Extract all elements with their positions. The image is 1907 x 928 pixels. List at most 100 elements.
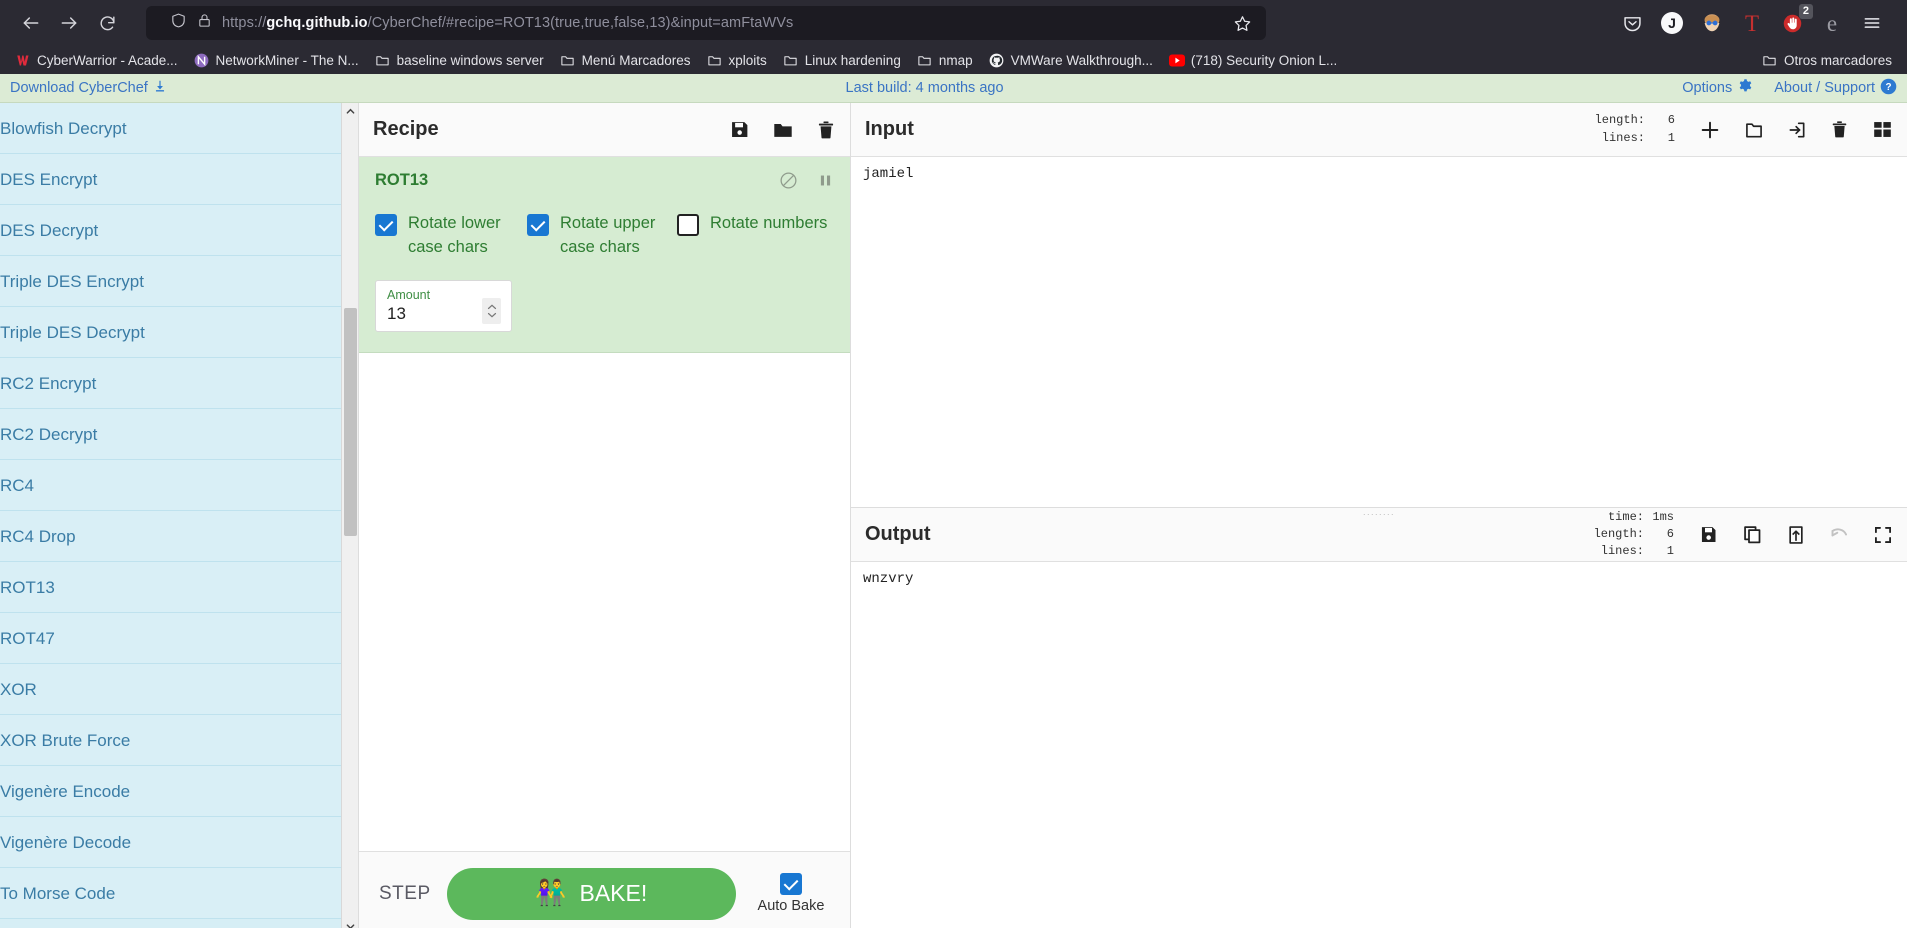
output-length-value: 6 <box>1666 526 1674 541</box>
about-support-link[interactable]: About / Support ? <box>1774 78 1897 99</box>
operation-item-blowfish-decrypt[interactable]: Blowfish Decrypt <box>0 103 358 154</box>
edge-extension-icon[interactable]: e <box>1815 6 1849 40</box>
folder-icon <box>783 52 799 68</box>
arg-amount-value[interactable]: 13 <box>387 304 482 324</box>
operation-item-xor-brute-force[interactable]: XOR Brute Force <box>0 715 358 766</box>
arg-amount-field[interactable]: Amount 13 <box>375 279 512 332</box>
operation-item-vigenere-encode[interactable]: Vigenère Encode <box>0 766 358 817</box>
bookmark-folder-linux-hardening[interactable]: Linux hardening <box>776 49 908 71</box>
checkbox-rotate-lower-case[interactable] <box>375 214 397 236</box>
operation-item-rc4-drop[interactable]: RC4 Drop <box>0 511 358 562</box>
address-bar[interactable]: https://gchq.github.io/CyberChef/#recipe… <box>146 6 1266 40</box>
operation-item-triple-des-decrypt[interactable]: Triple DES Decrypt <box>0 307 358 358</box>
bookmark-folder-baseline-windows-server[interactable]: baseline windows server <box>368 49 551 71</box>
forward-button[interactable] <box>52 6 86 40</box>
bookmark-label: Linux hardening <box>804 52 901 68</box>
cyberwarrior-favicon <box>15 52 31 68</box>
bake-button-label: BAKE! <box>579 880 648 906</box>
save-output-icon[interactable] <box>1698 524 1719 545</box>
checkbox-rotate-numbers[interactable] <box>677 214 699 236</box>
shield-icon[interactable] <box>170 12 187 34</box>
url-path: /CyberChef/#recipe=ROT13(true,true,false… <box>367 15 794 31</box>
reload-button[interactable] <box>90 6 124 40</box>
download-cyberchef-link[interactable]: Download CyberChef <box>10 79 167 97</box>
operations-scrollbar[interactable] <box>341 103 358 928</box>
operation-item-des-decrypt[interactable]: DES Decrypt <box>0 205 358 256</box>
pocket-icon[interactable] <box>1615 6 1649 40</box>
auto-bake-toggle[interactable]: Auto Bake <box>752 873 830 914</box>
disable-operation-icon[interactable] <box>779 171 798 190</box>
add-input-tab-icon[interactable] <box>1699 119 1721 141</box>
operation-item-triple-des-encrypt[interactable]: Triple DES Encrypt <box>0 256 358 307</box>
load-recipe-icon[interactable] <box>772 119 794 141</box>
bookmark-folder-menu-marcadores[interactable]: Menú Marcadores <box>553 49 698 71</box>
bookmark-security-onion-youtube[interactable]: (718) Security Onion L... <box>1162 49 1344 71</box>
bookmarks-bar: CyberWarrior - Acade... NetworkMiner - T… <box>0 46 1907 74</box>
scroll-up-icon[interactable] <box>342 103 358 120</box>
bookmark-folder-nmap[interactable]: nmap <box>910 49 980 71</box>
bookmark-cyberwarrior[interactable]: CyberWarrior - Acade... <box>8 49 185 71</box>
bookmark-vmware-walkthrough[interactable]: VMWare Walkthrough... <box>982 49 1160 71</box>
bookmark-networkminer[interactable]: NetworkMiner - The N... <box>187 49 366 71</box>
arg-rotate-numbers[interactable]: Rotate numbers <box>677 212 827 236</box>
maximise-output-icon[interactable] <box>1873 525 1893 545</box>
bake-bar: STEP 👫 BAKE! Auto Bake <box>359 851 850 928</box>
lock-icon[interactable] <box>197 13 212 33</box>
clear-input-icon[interactable] <box>1830 120 1849 139</box>
amount-stepper[interactable] <box>482 297 501 324</box>
url-text[interactable]: https://gchq.github.io/CyberChef/#recipe… <box>222 15 1218 31</box>
options-link[interactable]: Options <box>1682 78 1754 99</box>
bookmark-star-icon[interactable] <box>1228 9 1256 37</box>
download-cyberchef-label: Download CyberChef <box>10 80 148 96</box>
copy-output-icon[interactable] <box>1742 524 1763 545</box>
checkbox-auto-bake[interactable] <box>780 873 802 895</box>
operations-list: Blowfish Decrypt DES Encrypt DES Decrypt… <box>0 103 358 919</box>
app-menu-icon[interactable] <box>1855 6 1889 40</box>
ublock-origin-icon[interactable]: 2 <box>1775 4 1813 40</box>
checkbox-rotate-upper-case[interactable] <box>527 214 549 236</box>
set-breakpoint-icon[interactable] <box>817 172 834 189</box>
input-header: Input length: 6 lines: 1 <box>851 103 1907 157</box>
folder-icon <box>706 52 722 68</box>
clear-recipe-icon[interactable] <box>816 120 836 140</box>
step-button[interactable]: STEP <box>379 883 431 905</box>
save-recipe-icon[interactable] <box>729 119 750 140</box>
operation-item-to-morse-code[interactable]: To Morse Code <box>0 868 358 919</box>
replace-input-with-output-icon[interactable] <box>1786 525 1806 545</box>
reset-pane-layout-icon[interactable] <box>1872 119 1893 140</box>
arg-rotate-lower-case[interactable]: Rotate lower case chars <box>375 212 527 260</box>
account-avatar-icon[interactable] <box>1695 6 1729 40</box>
bookmark-label: VMWare Walkthrough... <box>1010 52 1153 68</box>
open-file-as-input-icon[interactable] <box>1787 120 1807 140</box>
other-bookmarks-folder[interactable]: Otros marcadores <box>1755 49 1899 71</box>
open-folder-as-input-icon[interactable] <box>1744 120 1764 140</box>
cyberchef-body: Blowfish Decrypt DES Encrypt DES Decrypt… <box>0 103 1907 928</box>
output-text-area[interactable]: wnzvry <box>851 562 1907 928</box>
back-button[interactable] <box>14 6 48 40</box>
output-length-key: length: <box>1593 526 1644 541</box>
operation-item-rot13[interactable]: ROT13 <box>0 562 358 613</box>
recipe-operation-rot13[interactable]: ROT13 Rotate lower case chars Rotate upp… <box>359 157 850 353</box>
operation-item-rc2-decrypt[interactable]: RC2 Decrypt <box>0 409 358 460</box>
recipe-operation-list[interactable]: ROT13 Rotate lower case chars Rotate upp… <box>359 157 850 851</box>
operation-item-des-encrypt[interactable]: DES Encrypt <box>0 154 358 205</box>
operation-arguments: Rotate lower case chars Rotate upper cas… <box>375 212 834 260</box>
tampermonkey-icon[interactable]: T <box>1735 6 1769 40</box>
jdownloader-icon[interactable]: J <box>1655 6 1689 40</box>
other-bookmarks-label: Otros marcadores <box>1783 52 1892 68</box>
bookmark-label: NetworkMiner - The N... <box>215 52 359 68</box>
chef-icon: 👫 <box>535 879 567 907</box>
undo-bake-icon[interactable] <box>1829 524 1850 545</box>
bookmark-folder-xploits[interactable]: xploits <box>699 49 773 71</box>
options-label: Options <box>1682 80 1733 96</box>
scrollbar-thumb[interactable] <box>344 308 357 536</box>
operation-item-rc4[interactable]: RC4 <box>0 460 358 511</box>
arg-rotate-upper-case[interactable]: Rotate upper case chars <box>527 212 677 260</box>
scroll-down-icon[interactable] <box>342 918 358 928</box>
operation-item-rot47[interactable]: ROT47 <box>0 613 358 664</box>
operation-item-xor[interactable]: XOR <box>0 664 358 715</box>
input-text-area[interactable]: jamiel <box>851 157 1907 507</box>
operation-item-vigenere-decode[interactable]: Vigenère Decode <box>0 817 358 868</box>
bake-button[interactable]: 👫 BAKE! <box>446 867 736 920</box>
operation-item-rc2-encrypt[interactable]: RC2 Encrypt <box>0 358 358 409</box>
